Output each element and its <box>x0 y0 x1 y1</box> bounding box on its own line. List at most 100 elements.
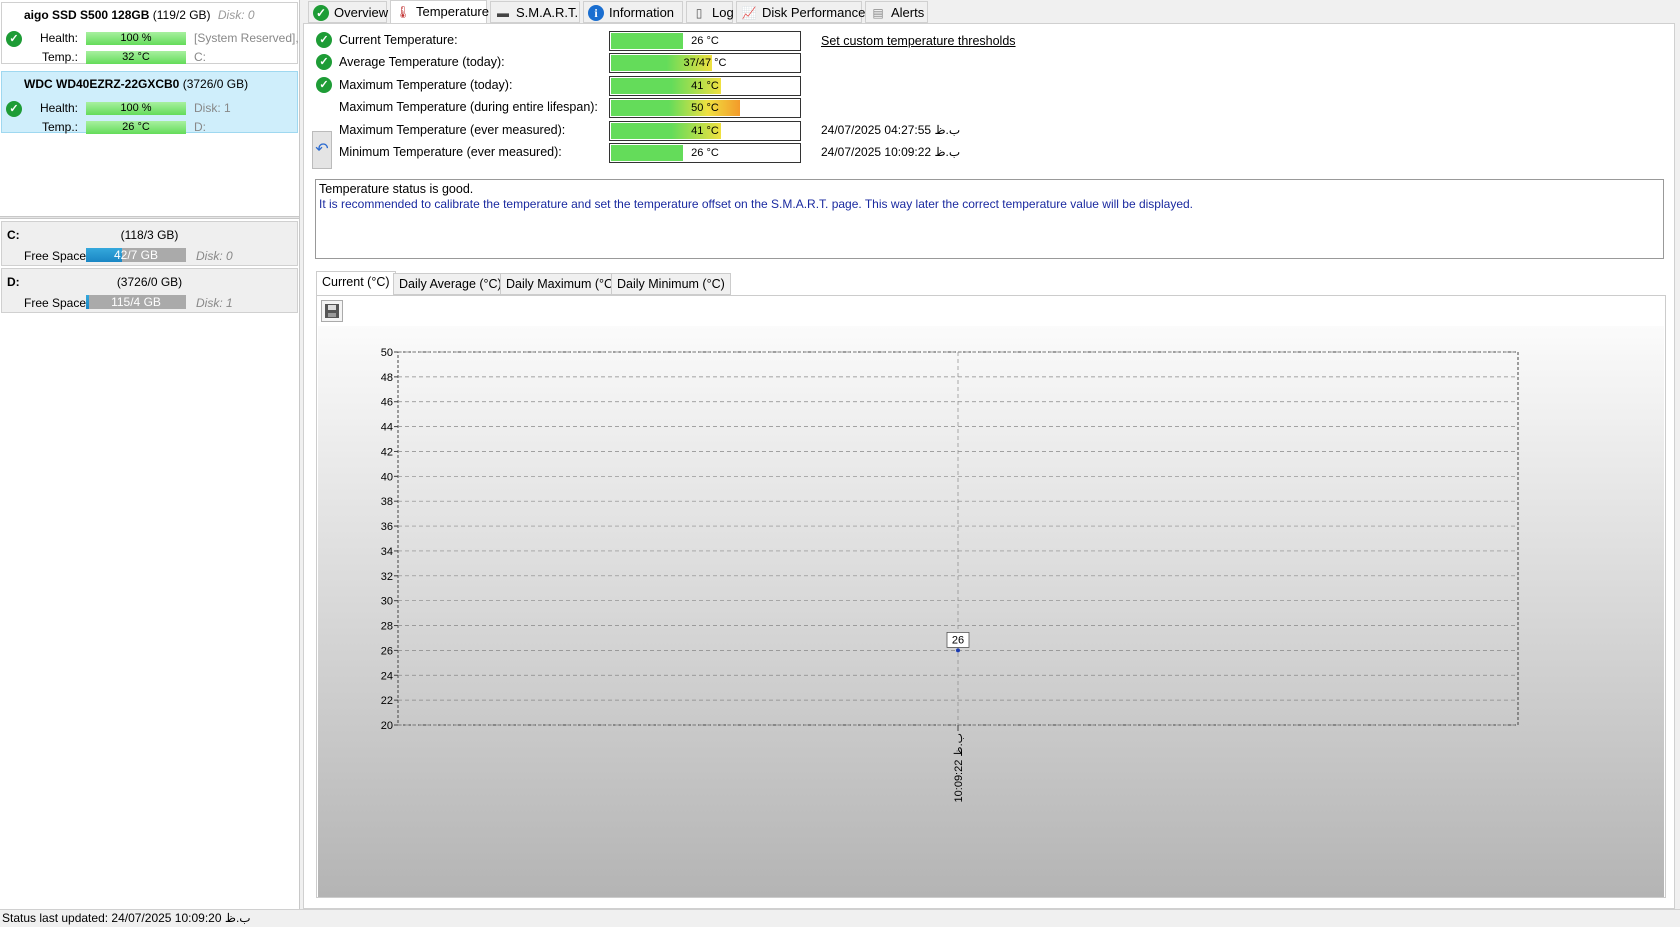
disk-temp-row: Temp.: 32 °C C: <box>2 49 298 65</box>
device-list-panel: aigo SSD S500 128GB (119/2 GB) Disk: 0 ✓… <box>0 0 300 909</box>
temperature-value: 26 °C <box>691 35 719 47</box>
temperature-label: Current Temperature: <box>339 33 458 47</box>
status-bar: Status last updated: 24/07/2025 10:09:20… <box>0 909 1680 927</box>
y-tick-label: 26 <box>381 645 393 657</box>
advice-message: It is recommended to calibrate the tempe… <box>319 197 1194 211</box>
volume-item-d[interactable]: D: (3726/0 GB) Free Space 115/4 GB Disk:… <box>1 268 298 313</box>
temperature-row: ✓ Current Temperature: 26 °C <box>304 30 1304 51</box>
temperature-row: Maximum Temperature (ever measured): 41 °… <box>304 120 1304 141</box>
save-icon[interactable] <box>321 300 343 322</box>
drive-icon: ▬ <box>497 6 509 20</box>
temperature-bar: 50 °C <box>609 98 801 118</box>
y-tick-label: 44 <box>381 422 393 434</box>
y-tick-label: 42 <box>381 446 393 458</box>
temp-extra: D: <box>194 120 206 134</box>
temperature-bar: 37/47 °C <box>609 53 801 73</box>
chart-tab-daily-minimum[interactable]: Daily Minimum (°C) <box>611 273 731 295</box>
temperature-row: ✓ Maximum Temperature (today): 41 °C <box>304 75 1304 96</box>
data-point <box>956 648 960 653</box>
document-icon: ▯ <box>695 6 703 20</box>
tab-smart[interactable]: ▬ S.M.A.R.T. <box>490 1 580 23</box>
panel-splitter[interactable] <box>0 216 299 219</box>
health-extra: [System Reserved], <box>194 31 299 45</box>
check-icon: ✓ <box>316 54 332 70</box>
disk-item-1[interactable]: WDC WD40EZRZ-22GXCB0 (3726/0 GB) ✓ Healt… <box>1 71 298 135</box>
temperature-timestamp: 24/07/2025 04:27:55 ب.ظ <box>821 123 961 137</box>
data-label: 26 <box>952 634 964 646</box>
tab-alerts[interactable]: ▤ Alerts <box>865 1 928 23</box>
disk-title: WDC WD40EZRZ-22GXCB0 (3726/0 GB) <box>24 77 248 91</box>
chart-pane: 20 22 24 26 28 30 32 34 36 38 40 42 44 46 48 50 10:09:22… <box>316 295 1666 898</box>
temp-bar: 26 °C <box>86 121 186 134</box>
health-bar: 100 % <box>86 102 186 115</box>
set-thresholds-link[interactable]: Set custom temperature thresholds <box>821 34 1016 48</box>
tab-label: Information <box>609 5 675 20</box>
thermometer-icon: 🌡 <box>395 5 411 19</box>
disk-title: aigo SSD S500 128GB (119/2 GB) Disk: 0 <box>24 8 255 22</box>
y-tick-label: 38 <box>381 496 393 508</box>
chart-tab-daily-average[interactable]: Daily Average (°C) <box>393 273 508 295</box>
temperature-value: 41 °C <box>691 125 719 137</box>
y-tick-label: 20 <box>381 720 393 732</box>
chart-tab-daily-maximum[interactable]: Daily Maximum (°C) <box>500 273 624 295</box>
y-tick-label: 36 <box>381 521 393 533</box>
tab-disk-performance[interactable]: 📈 Disk Performance <box>736 1 866 23</box>
y-tick-label: 34 <box>381 546 393 558</box>
status-message: Temperature status is good. <box>319 182 474 196</box>
disk-size: (3726/0 GB) <box>182 77 249 91</box>
temperature-value: 37/47 °C <box>683 57 727 69</box>
y-tick-label: 50 <box>381 347 393 359</box>
health-extra: Disk: 1 <box>194 101 231 115</box>
temperature-bar: 26 °C <box>609 31 801 51</box>
message-box: Temperature status is good. It is recomm… <box>315 179 1664 259</box>
free-space-label: Free Space <box>24 249 87 263</box>
y-tick-label: 24 <box>381 670 393 682</box>
tab-overview[interactable]: ✓ Overview <box>308 1 389 23</box>
temperature-bar: 41 °C <box>609 76 801 96</box>
temperature-value: 50 °C <box>691 102 719 114</box>
free-space-bar: 42/7 GB <box>86 248 186 262</box>
disk-temp-row: Temp.: 26 °C D: <box>2 119 298 135</box>
temperature-value: 26 °C <box>691 147 719 159</box>
tab-label: S.M.A.R.T. <box>516 5 579 20</box>
health-label: Health: <box>39 31 78 45</box>
temp-label: Temp.: <box>41 120 78 134</box>
y-tick-label: 22 <box>381 695 393 707</box>
tab-log[interactable]: ▯ Log <box>686 1 734 23</box>
temperature-timestamp: 24/07/2025 10:09:22 ب.ظ <box>821 145 961 159</box>
volume-size: (3726/0 GB) <box>116 275 183 289</box>
temp-bar: 32 °C <box>86 51 186 64</box>
y-tick-label: 28 <box>381 621 393 633</box>
temperature-bar: 26 °C <box>609 143 801 163</box>
reset-icon[interactable]: ↶ <box>312 131 332 169</box>
volume-disk: Disk: 0 <box>196 249 233 263</box>
x-tick-label: 10:09:22 ب.ظ <box>953 733 965 802</box>
tab-label: Disk Performance <box>762 5 866 20</box>
volume-size: (118/3 GB) <box>120 228 179 242</box>
health-label: Health: <box>39 101 78 115</box>
disk-health-row: Health: 100 % Disk: 1 <box>2 100 298 116</box>
volume-disk: Disk: 1 <box>196 296 233 310</box>
temperature-value: 41 °C <box>691 80 719 92</box>
check-icon: ✓ <box>313 5 329 21</box>
temperature-bar: 41 °C <box>609 121 801 141</box>
volume-item-c[interactable]: C: (118/3 GB) Free Space 42/7 GB Disk: 0 <box>1 221 298 266</box>
temperature-page: ✓ Current Temperature: 26 °C ✓ Average Tempe… <box>303 23 1675 909</box>
alerts-icon: ▤ <box>872 6 884 20</box>
disk-name: WDC WD40EZRZ-22GXCB0 <box>24 77 180 91</box>
y-tick-label: 40 <box>381 471 393 483</box>
disk-item-0[interactable]: aigo SSD S500 128GB (119/2 GB) Disk: 0 ✓… <box>1 2 299 65</box>
tab-label: Alerts <box>891 5 925 20</box>
free-space-value: 42/7 GB <box>113 248 159 262</box>
chart-tab-current[interactable]: Current (°C) <box>316 271 396 296</box>
temp-label: Temp.: <box>41 50 78 64</box>
tab-temperature[interactable]: 🌡 Temperature <box>390 0 489 24</box>
free-space-bar: 115/4 GB <box>86 295 186 309</box>
y-tick-label: 46 <box>381 397 393 409</box>
temp-extra: C: <box>194 50 206 64</box>
temperature-row: Minimum Temperature (ever measured): 26 °… <box>304 142 1304 163</box>
temperature-chart: 20 22 24 26 28 30 32 34 36 38 40 42 44 46 48 50 10:09:22… <box>381 347 1519 802</box>
tab-label: Log <box>712 5 734 20</box>
tab-information[interactable]: i Information <box>583 1 683 23</box>
tab-label: Overview <box>334 5 389 20</box>
